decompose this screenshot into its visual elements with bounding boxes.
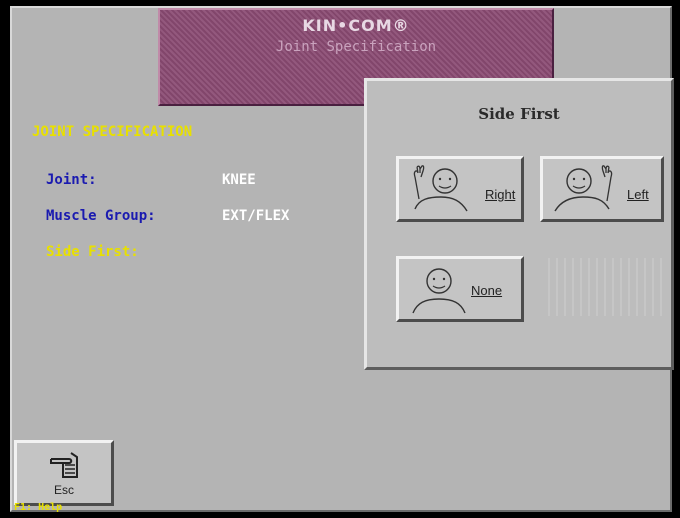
left-button-label: Left bbox=[627, 187, 649, 202]
muscle-group-label: Muscle Group: bbox=[46, 208, 156, 224]
disabled-button-placeholder bbox=[542, 258, 662, 316]
screen: KIN•COM® Joint Specification JOINT SPECI… bbox=[0, 0, 680, 518]
right-hand-raised-icon bbox=[413, 165, 468, 212]
joint-value: KNEE bbox=[222, 172, 256, 188]
none-side-button[interactable]: None bbox=[396, 256, 524, 322]
person-neutral-icon bbox=[412, 268, 466, 314]
pointing-hand-icon bbox=[50, 452, 78, 478]
dialog-title: Side First bbox=[478, 105, 560, 123]
muscle-group-value: EXT/FLEX bbox=[222, 208, 290, 224]
screen-subtitle: Joint Specification bbox=[275, 39, 437, 55]
esc-button-label: Esc bbox=[53, 483, 74, 497]
side-first-label: Side First: bbox=[46, 244, 139, 260]
left-hand-raised-icon bbox=[554, 165, 613, 212]
escape-button[interactable]: Esc bbox=[14, 440, 114, 506]
brand-logo: KIN•COM® bbox=[302, 16, 410, 35]
section-title: JOINT SPECIFICATION bbox=[32, 124, 193, 140]
right-side-button[interactable]: Right bbox=[396, 156, 524, 222]
left-side-button[interactable]: Left bbox=[540, 156, 664, 222]
right-button-label: Right bbox=[485, 187, 516, 202]
side-first-dialog: Side First bbox=[364, 78, 674, 370]
help-hint: F1: Help bbox=[14, 502, 63, 513]
none-button-label: None bbox=[471, 283, 503, 298]
joint-label: Joint: bbox=[46, 172, 97, 188]
